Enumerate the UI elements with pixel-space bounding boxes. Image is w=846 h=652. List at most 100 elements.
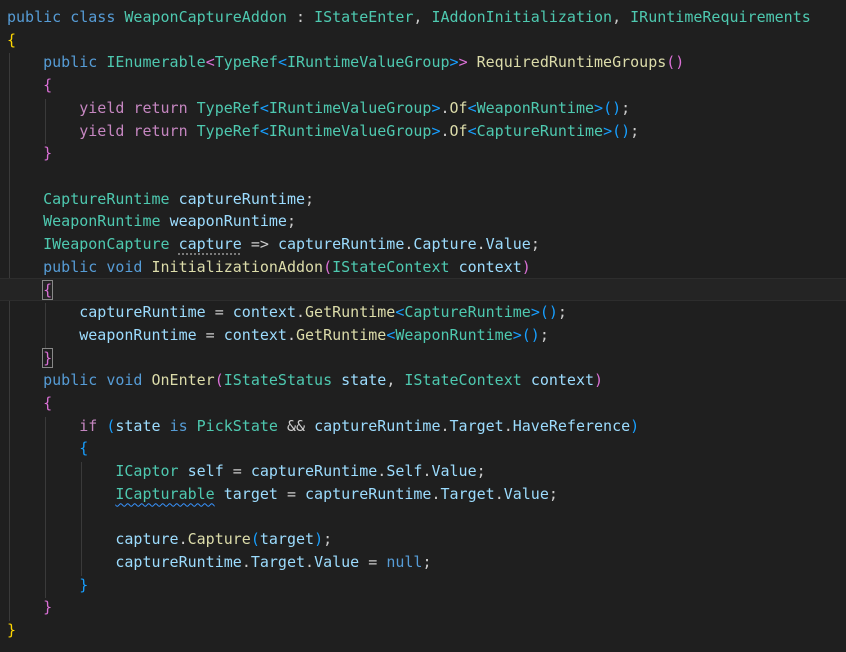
code-token: IStateContext [332, 257, 450, 276]
code-line-text: } [7, 619, 16, 642]
code-token: captureRuntime [178, 189, 306, 208]
code-token: weaponRuntime [169, 212, 287, 231]
code-line-text: public void OnEnter(IStateStatus state, … [7, 369, 603, 392]
code-line[interactable]: } [0, 142, 846, 165]
code-token: PickState [196, 416, 278, 435]
code-token: ; [476, 462, 486, 480]
code-line[interactable]: { [0, 392, 846, 415]
code-line[interactable]: WeaponRuntime weaponRuntime; [0, 210, 846, 233]
code-token: Self [386, 462, 423, 480]
code-line[interactable]: } [0, 596, 846, 619]
code-line[interactable]: { [0, 278, 846, 302]
code-token: null [386, 552, 423, 571]
code-token: Value [431, 462, 477, 480]
code-line-text: public IEnumerable<TypeRef<IRuntimeValue… [7, 51, 684, 74]
code-token: ; [630, 121, 640, 140]
code-token: context [232, 303, 296, 322]
code-token: capture [115, 530, 179, 549]
code-line[interactable]: ICaptor self = captureRuntime.Self.Value… [0, 460, 846, 483]
code-token: < [259, 121, 269, 140]
code-token: () [539, 303, 558, 322]
code-token: IRuntimeValueGroup [268, 121, 432, 140]
code-line[interactable]: if (state is PickState && captureRuntime… [0, 415, 846, 438]
code-token: > [603, 121, 613, 140]
code-token: target [223, 484, 278, 503]
code-line[interactable]: CaptureRuntime captureRuntime; [0, 188, 846, 211]
code-token: () [521, 325, 540, 344]
code-token: = [196, 325, 224, 344]
code-line[interactable]: public class WeaponCaptureAddon : IState… [0, 6, 846, 29]
code-token: . [241, 552, 251, 571]
code-editor[interactable]: public class WeaponCaptureAddon : IState… [0, 0, 846, 652]
code-token: Value [485, 235, 531, 253]
code-token: state [115, 416, 161, 435]
code-line-text: public void InitializationAddon(IStateCo… [7, 256, 531, 279]
code-token: > [431, 121, 441, 140]
code-line[interactable]: weaponRuntime = context.GetRuntime<Weapo… [0, 324, 846, 347]
code-line[interactable]: { [0, 437, 846, 460]
code-line[interactable]: public void OnEnter(IStateStatus state, … [0, 369, 846, 392]
code-line[interactable]: yield return TypeRef<IRuntimeValueGroup>… [0, 97, 846, 120]
code-token: public [43, 371, 98, 390]
code-line[interactable] [0, 165, 846, 188]
code-token: { [7, 30, 17, 49]
code-line[interactable]: } [0, 347, 846, 370]
code-token: . [286, 325, 296, 344]
code-line-text: WeaponRuntime weaponRuntime; [7, 210, 296, 233]
code-line[interactable]: IWeaponCapture capture => captureRuntime… [0, 233, 846, 256]
code-token: WeaponCaptureAddon [124, 8, 287, 26]
code-line-text: ICapturable target = captureRuntime.Targ… [7, 483, 558, 506]
code-line-text: } [7, 574, 88, 597]
code-line-text: captureRuntime = context.GetRuntime<Capt… [7, 301, 567, 324]
code-line-text: yield return TypeRef<IRuntimeValueGroup>… [7, 97, 630, 120]
code-token: < [386, 325, 396, 344]
code-line[interactable]: } [0, 574, 846, 597]
code-line-text: captureRuntime.Target.Value = null; [7, 551, 431, 574]
code-token: Value [314, 552, 360, 571]
code-token: ; [539, 325, 549, 344]
code-line-text: { [7, 74, 52, 97]
code-token: CaptureRuntime [404, 303, 531, 322]
code-line[interactable]: } [0, 619, 846, 642]
code-line[interactable]: captureRuntime.Target.Value = null; [0, 551, 846, 574]
code-line-text: if (state is PickState && captureRuntime… [7, 415, 639, 438]
code-token: . [440, 121, 450, 140]
code-token: } [43, 144, 53, 163]
code-line[interactable]: { [0, 74, 846, 97]
code-token: { [43, 393, 53, 412]
code-token: . [178, 530, 188, 549]
code-token: void [106, 257, 143, 276]
code-line[interactable]: capture.Capture(target); [0, 528, 846, 551]
code-line[interactable]: { [0, 29, 846, 52]
code-line[interactable]: ICapturable target = captureRuntime.Targ… [0, 483, 846, 506]
code-line-text: { [7, 29, 16, 52]
code-token: && [277, 416, 315, 435]
code-token: return [133, 98, 188, 117]
code-line[interactable]: public IEnumerable<TypeRef<IRuntimeValue… [0, 51, 846, 74]
code-line[interactable]: captureRuntime = context.GetRuntime<Capt… [0, 301, 846, 324]
code-line[interactable]: public void InitializationAddon(IStateCo… [0, 256, 846, 279]
code-line[interactable]: yield return TypeRef<IRuntimeValueGroup>… [0, 120, 846, 143]
code-token: ; [305, 189, 315, 208]
code-token: captureRuntime [277, 235, 405, 253]
code-token: > [512, 325, 522, 344]
code-token: context [458, 257, 522, 276]
code-token: void [106, 371, 143, 390]
code-token: captureRuntime [250, 462, 378, 480]
code-line[interactable] [0, 505, 846, 528]
code-line-text: ICaptor self = captureRuntime.Self.Value… [7, 460, 486, 483]
code-token: < [205, 53, 215, 72]
